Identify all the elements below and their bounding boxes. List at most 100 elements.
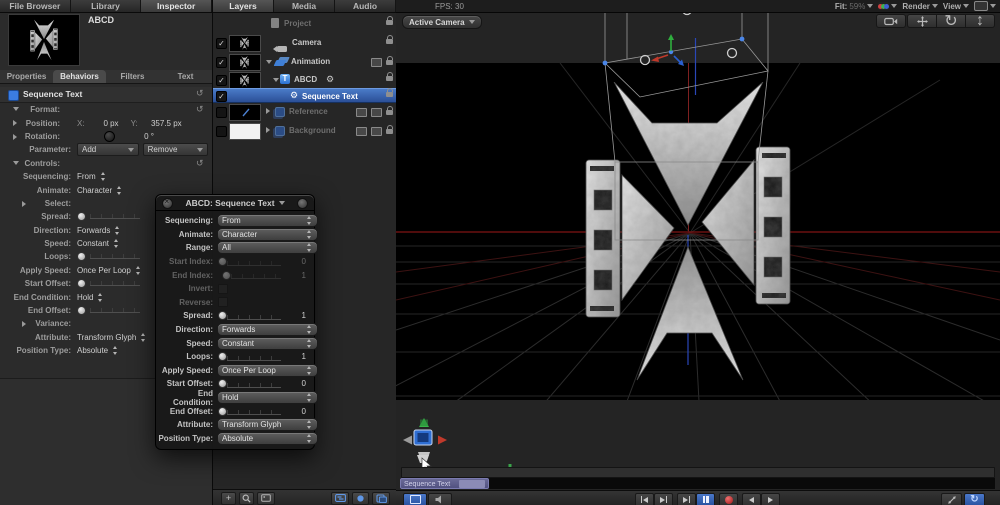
- canvas-viewport[interactable]: FPS: 30 Fit: 59% Render View Active Camer…: [396, 0, 1000, 505]
- camera-select-dropdown[interactable]: Active Camera: [402, 15, 482, 29]
- reset-icon[interactable]: ↺: [196, 158, 204, 169]
- media-icon[interactable]: [371, 127, 382, 136]
- sequencing-popup[interactable]: From: [217, 214, 318, 228]
- show-minitimeline-button[interactable]: [403, 492, 427, 505]
- layer-row-project[interactable]: Project: [213, 14, 396, 33]
- end-offset-slider[interactable]: [77, 306, 86, 316]
- tab-inspector[interactable]: Inspector: [141, 0, 213, 12]
- position-type-popup[interactable]: Absolute: [77, 346, 108, 355]
- layer-row-reference[interactable]: Reference: [213, 102, 396, 121]
- end-condition-popup[interactable]: Hold: [77, 293, 93, 302]
- blend-icon[interactable]: [371, 58, 382, 67]
- tab-media[interactable]: Media: [274, 0, 335, 12]
- reset-icon[interactable]: ↺: [196, 104, 204, 115]
- layer-checkbox[interactable]: ✓: [216, 57, 227, 68]
- start-offset-slider[interactable]: [218, 379, 227, 389]
- param-row-rotation[interactable]: Rotation: 0 °: [0, 130, 212, 143]
- tab-layers[interactable]: Layers: [213, 0, 274, 12]
- end-offset-slider[interactable]: [218, 406, 227, 416]
- disclosure-icon[interactable]: [13, 107, 19, 111]
- hud-title-dropdown-icon[interactable]: [278, 200, 285, 205]
- range-popup[interactable]: All: [217, 241, 318, 255]
- tab-audio[interactable]: Audio: [335, 0, 396, 12]
- behavior-header-row[interactable]: Sequence Text ↺: [0, 87, 212, 103]
- apply-speed-popup[interactable]: Once Per Loop: [77, 266, 131, 275]
- speed-popup[interactable]: Constant: [217, 336, 318, 350]
- layer-checkbox[interactable]: ✓: [216, 38, 227, 49]
- disclosure-icon[interactable]: [273, 78, 279, 82]
- slider-track[interactable]: [227, 383, 281, 389]
- disclosure-icon[interactable]: [266, 127, 270, 133]
- audio-mute-button[interactable]: [428, 492, 452, 505]
- param-row-position[interactable]: Position: X: 0 px Y: 357.5 px: [0, 116, 212, 129]
- tab-library[interactable]: Library: [71, 0, 142, 12]
- lock-icon[interactable]: [386, 35, 393, 44]
- layer-row-abcd[interactable]: ✓ T ABCD ⚙: [213, 71, 396, 89]
- show-audio-timeline-button[interactable]: [372, 491, 390, 505]
- start-offset-slider[interactable]: [77, 279, 86, 289]
- parameter-add-dropdown[interactable]: Add: [77, 143, 139, 157]
- add-layer-button[interactable]: +: [221, 491, 236, 505]
- slider-track[interactable]: [227, 315, 281, 321]
- position-y-value[interactable]: 357.5 px: [142, 119, 182, 128]
- rotation-value[interactable]: 0 °: [119, 132, 154, 141]
- camera-overlay-toggle[interactable]: [876, 14, 906, 28]
- play-from-start-button[interactable]: [677, 492, 696, 505]
- hud-close-button[interactable]: [162, 197, 173, 209]
- mini-timeline-scrollbar[interactable]: [401, 467, 995, 478]
- attribute-popup[interactable]: Transform Glyph: [217, 418, 318, 432]
- previous-frame-button[interactable]: [742, 492, 761, 505]
- disclosure-icon[interactable]: [13, 120, 17, 127]
- loops-slider[interactable]: [218, 352, 227, 362]
- slider-track[interactable]: [90, 308, 140, 314]
- channels-menu[interactable]: [878, 2, 898, 10]
- invert-checkbox[interactable]: [218, 283, 228, 294]
- param-row-format[interactable]: Format: ↺: [0, 103, 212, 116]
- reset-icon[interactable]: ↺: [196, 88, 204, 99]
- position-type-popup[interactable]: Absolute: [217, 431, 318, 445]
- next-frame-button[interactable]: [761, 492, 780, 505]
- layer-checkbox[interactable]: ✓: [216, 91, 227, 102]
- layer-row-animation[interactable]: ✓ Animation: [213, 52, 396, 71]
- lock-icon[interactable]: [386, 88, 393, 97]
- apply-speed-popup[interactable]: Once Per Loop: [217, 363, 318, 377]
- go-to-start-button[interactable]: [635, 492, 654, 505]
- canvas-3d-scene[interactable]: [396, 12, 1000, 490]
- attribute-popup[interactable]: Transform Glyph: [77, 333, 136, 342]
- slider-track[interactable]: [90, 281, 140, 287]
- slider-track[interactable]: [90, 214, 140, 220]
- lock-icon[interactable]: [386, 16, 393, 25]
- lock-icon[interactable]: [386, 125, 393, 134]
- spread-slider[interactable]: [77, 212, 86, 222]
- disclosure-icon[interactable]: [22, 321, 26, 328]
- direction-popup[interactable]: Forwards: [77, 226, 110, 235]
- behavior-clip-bar[interactable]: Sequence Text: [400, 478, 489, 489]
- rotation-dial[interactable]: [104, 130, 115, 142]
- layer-row-camera[interactable]: ✓ Camera: [213, 33, 396, 52]
- media-icon[interactable]: [356, 127, 367, 136]
- layer-checkbox[interactable]: ✓: [216, 75, 227, 86]
- disclosure-icon[interactable]: [13, 133, 17, 140]
- tab-filters[interactable]: Filters: [106, 70, 159, 83]
- slider-track[interactable]: [90, 254, 140, 260]
- zoom-level-menu[interactable]: Fit: 59%: [835, 2, 874, 11]
- slider-track[interactable]: [227, 355, 281, 361]
- media-icon[interactable]: [356, 108, 367, 117]
- loops-slider[interactable]: [77, 252, 86, 262]
- tab-behaviors[interactable]: Behaviors: [53, 70, 106, 83]
- hud-inspector-button[interactable]: [297, 198, 308, 209]
- sequencing-popup[interactable]: From: [77, 172, 96, 181]
- tab-text[interactable]: Text: [159, 70, 212, 83]
- show-keyframe-editor-button[interactable]: [352, 491, 369, 505]
- orbit-camera-tool[interactable]: ↻: [937, 13, 966, 30]
- behavior-enable-checkbox[interactable]: [8, 90, 19, 101]
- behavior-gear-icon[interactable]: ⚙: [326, 75, 334, 84]
- go-to-end-button[interactable]: [654, 492, 673, 505]
- direction-popup[interactable]: Forwards: [217, 323, 318, 337]
- slider-track[interactable]: [227, 260, 281, 266]
- display-menu[interactable]: [974, 1, 996, 11]
- layer-row-sequence-text[interactable]: ✓ ⚙ Sequence Text: [213, 88, 396, 103]
- start-index-slider[interactable]: [218, 257, 227, 267]
- tab-properties[interactable]: Properties: [0, 70, 53, 83]
- slider-track[interactable]: [227, 410, 281, 416]
